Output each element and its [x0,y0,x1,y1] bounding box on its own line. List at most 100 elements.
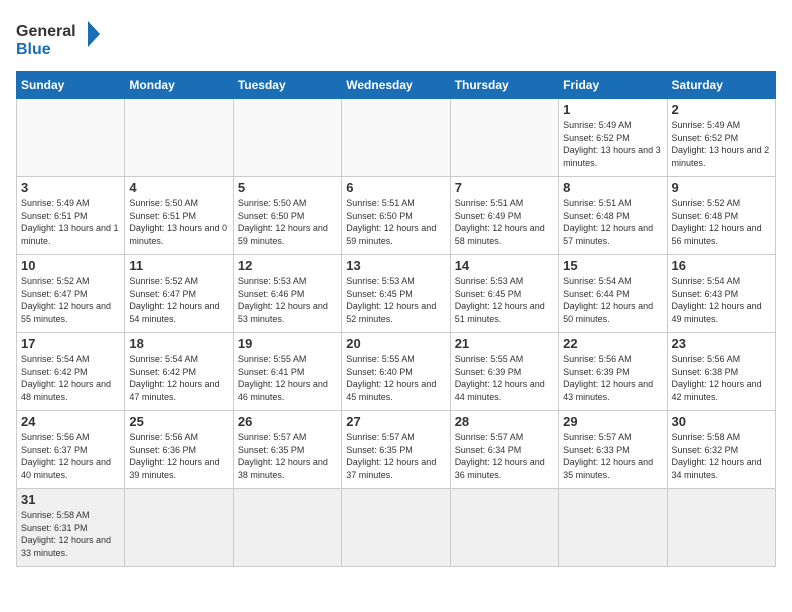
calendar-cell [450,99,558,177]
day-number: 30 [672,414,771,429]
day-info: Sunrise: 5:52 AM Sunset: 6:48 PM Dayligh… [672,197,771,247]
day-number: 31 [21,492,120,507]
day-number: 29 [563,414,662,429]
calendar-cell: 31 Sunrise: 5:58 AM Sunset: 6:31 PM Dayli… [17,489,125,567]
day-number: 14 [455,258,554,273]
day-info: Sunrise: 5:56 AM Sunset: 6:38 PM Dayligh… [672,353,771,403]
calendar-cell: 14 Sunrise: 5:53 AM Sunset: 6:45 PM Dayli… [450,255,558,333]
calendar-cell: 10Sunrise: 5:52 AM Sunset: 6:47 PM Dayli… [17,255,125,333]
day-info: Sunrise: 5:51 AM Sunset: 6:49 PM Dayligh… [455,197,554,247]
svg-text:General: General [16,23,76,40]
day-info: Sunrise: 5:49 AM Sunset: 6:51 PM Dayligh… [21,197,120,247]
calendar-table: SundayMondayTuesdayWednesdayThursdayFrid… [16,71,776,567]
calendar-cell: 18 Sunrise: 5:54 AM Sunset: 6:42 PM Dayli… [125,333,233,411]
calendar-cell: 6 Sunrise: 5:51 AM Sunset: 6:50 PM Daylig… [342,177,450,255]
calendar-cell: 27Sunrise: 5:57 AM Sunset: 6:35 PM Dayli… [342,411,450,489]
day-info: Sunrise: 5:57 AM Sunset: 6:34 PM Dayligh… [455,431,554,481]
day-info: Sunrise: 5:51 AM Sunset: 6:50 PM Dayligh… [346,197,445,247]
day-info: Sunrise: 5:57 AM Sunset: 6:33 PM Dayligh… [563,431,662,481]
day-number: 25 [129,414,228,429]
generalblue-logo: GeneralBlue [16,16,106,61]
header-thursday: Thursday [450,72,558,99]
day-number: 28 [455,414,554,429]
calendar-cell: 25 Sunrise: 5:56 AM Sunset: 6:36 PM Dayli… [125,411,233,489]
day-info: Sunrise: 5:52 AM Sunset: 6:47 PM Dayligh… [129,275,228,325]
day-number: 12 [238,258,337,273]
header-friday: Friday [559,72,667,99]
day-info: Sunrise: 5:54 AM Sunset: 6:44 PM Dayligh… [563,275,662,325]
calendar-cell: 12 Sunrise: 5:53 AM Sunset: 6:46 PM Dayli… [233,255,341,333]
day-number: 22 [563,336,662,351]
day-info: Sunrise: 5:56 AM Sunset: 6:37 PM Dayligh… [21,431,120,481]
calendar-cell: 24 Sunrise: 5:56 AM Sunset: 6:37 PM Dayli… [17,411,125,489]
day-info: Sunrise: 5:51 AM Sunset: 6:48 PM Dayligh… [563,197,662,247]
calendar-cell: 11 Sunrise: 5:52 AM Sunset: 6:47 PM Dayli… [125,255,233,333]
day-number: 19 [238,336,337,351]
calendar-cell: 15 Sunrise: 5:54 AM Sunset: 6:44 PM Dayli… [559,255,667,333]
calendar-cell: 3 Sunrise: 5:49 AM Sunset: 6:51 PM Daylig… [17,177,125,255]
calendar-cell: 9 Sunrise: 5:52 AM Sunset: 6:48 PM Daylig… [667,177,775,255]
calendar-cell [342,99,450,177]
calendar-cell: 20 Sunrise: 5:55 AM Sunset: 6:40 PM Dayli… [342,333,450,411]
day-number: 6 [346,180,445,195]
calendar-cell: 30 Sunrise: 5:58 AM Sunset: 6:32 PM Dayli… [667,411,775,489]
day-number: 2 [672,102,771,117]
day-info: Sunrise: 5:49 AM Sunset: 6:52 PM Dayligh… [672,119,771,169]
calendar-cell: 26 Sunrise: 5:57 AM Sunset: 6:35 PM Dayli… [233,411,341,489]
calendar-cell: 17Sunrise: 5:54 AM Sunset: 6:42 PM Dayli… [17,333,125,411]
day-number: 20 [346,336,445,351]
calendar-cell: 19 Sunrise: 5:55 AM Sunset: 6:41 PM Dayli… [233,333,341,411]
day-info: Sunrise: 5:58 AM Sunset: 6:31 PM Dayligh… [21,509,120,559]
logo: GeneralBlue [16,16,106,61]
day-number: 1 [563,102,662,117]
calendar-cell: 8 Sunrise: 5:51 AM Sunset: 6:48 PM Daylig… [559,177,667,255]
page-header: GeneralBlue [16,16,776,61]
header-monday: Monday [125,72,233,99]
calendar-cell [233,489,341,567]
calendar-cell [667,489,775,567]
day-info: Sunrise: 5:53 AM Sunset: 6:45 PM Dayligh… [346,275,445,325]
day-number: 13 [346,258,445,273]
day-number: 24 [21,414,120,429]
day-info: Sunrise: 5:53 AM Sunset: 6:45 PM Dayligh… [455,275,554,325]
day-info: Sunrise: 5:55 AM Sunset: 6:41 PM Dayligh… [238,353,337,403]
calendar-cell [233,99,341,177]
day-info: Sunrise: 5:53 AM Sunset: 6:46 PM Dayligh… [238,275,337,325]
day-info: Sunrise: 5:50 AM Sunset: 6:50 PM Dayligh… [238,197,337,247]
day-info: Sunrise: 5:57 AM Sunset: 6:35 PM Dayligh… [238,431,337,481]
calendar-cell [125,99,233,177]
day-info: Sunrise: 5:54 AM Sunset: 6:42 PM Dayligh… [21,353,120,403]
day-info: Sunrise: 5:52 AM Sunset: 6:47 PM Dayligh… [21,275,120,325]
day-number: 3 [21,180,120,195]
header-saturday: Saturday [667,72,775,99]
calendar-cell: 2 Sunrise: 5:49 AM Sunset: 6:52 PM Daylig… [667,99,775,177]
calendar-cell: 23 Sunrise: 5:56 AM Sunset: 6:38 PM Dayli… [667,333,775,411]
day-info: Sunrise: 5:58 AM Sunset: 6:32 PM Dayligh… [672,431,771,481]
day-number: 8 [563,180,662,195]
calendar-cell [125,489,233,567]
day-number: 27 [346,414,445,429]
svg-text:Blue: Blue [16,41,51,58]
calendar-cell: 29 Sunrise: 5:57 AM Sunset: 6:33 PM Dayli… [559,411,667,489]
day-info: Sunrise: 5:55 AM Sunset: 6:40 PM Dayligh… [346,353,445,403]
day-number: 11 [129,258,228,273]
day-info: Sunrise: 5:49 AM Sunset: 6:52 PM Dayligh… [563,119,662,169]
day-number: 4 [129,180,228,195]
day-number: 9 [672,180,771,195]
calendar-cell: 28 Sunrise: 5:57 AM Sunset: 6:34 PM Dayli… [450,411,558,489]
day-number: 15 [563,258,662,273]
calendar-cell: 7Sunrise: 5:51 AM Sunset: 6:49 PM Daylig… [450,177,558,255]
day-number: 26 [238,414,337,429]
calendar-cell: 13 Sunrise: 5:53 AM Sunset: 6:45 PM Dayli… [342,255,450,333]
calendar-cell [342,489,450,567]
day-number: 23 [672,336,771,351]
calendar-cell [17,99,125,177]
calendar-cell [559,489,667,567]
day-info: Sunrise: 5:56 AM Sunset: 6:36 PM Dayligh… [129,431,228,481]
calendar-cell: 1 Sunrise: 5:49 AM Sunset: 6:52 PM Daylig… [559,99,667,177]
day-number: 16 [672,258,771,273]
header-sunday: Sunday [17,72,125,99]
day-info: Sunrise: 5:50 AM Sunset: 6:51 PM Dayligh… [129,197,228,247]
day-number: 18 [129,336,228,351]
day-info: Sunrise: 5:54 AM Sunset: 6:42 PM Dayligh… [129,353,228,403]
